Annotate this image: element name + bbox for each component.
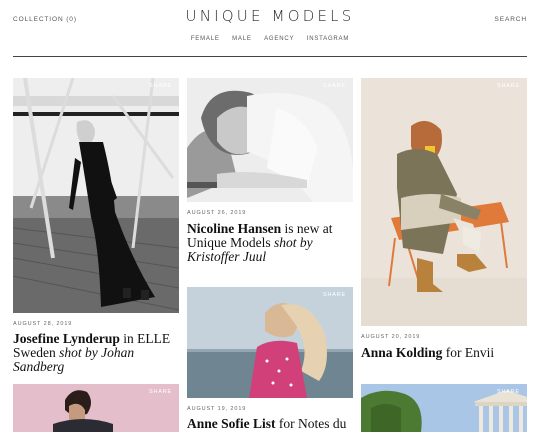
post-headline[interactable]: Josefine Lynderup in ELLE Sweden shot by… [13,332,179,374]
share-button[interactable]: SHARE [323,83,346,89]
post-date: AUGUST 26, 2019 [187,210,247,216]
share-button[interactable]: SHARE [497,389,520,395]
post-headline[interactable]: Anne Sofie List for Notes du [187,417,353,431]
share-button[interactable]: SHARE [323,292,346,298]
post-card-nicoline[interactable]: SHARE AUGUST 26, 2019 Nicoline Hansen is… [187,78,353,278]
post-date: AUGUST 20, 2019 [361,334,421,340]
nav-male[interactable]: MALE [232,36,252,42]
site-header: COLLECTION (0) UNIQUE MODELS SEARCH FEMA… [0,0,540,57]
post-image[interactable]: SHARE [361,384,527,432]
post-card-architecture[interactable]: SHARE [361,384,527,432]
post-card-anne-sofie[interactable]: SHARE AUGUST 19, 2019 Anne Sofie List fo… [187,287,353,432]
share-button[interactable]: SHARE [149,83,172,89]
post-image[interactable]: SHARE [13,384,179,432]
headline-text: for Notes du [275,416,347,431]
post-image[interactable]: SHARE [187,287,353,398]
model-name: Anne Sofie List [187,416,276,431]
model-name: Josefine Lynderup [13,331,120,346]
site-logo[interactable]: UNIQUE MODELS [0,7,540,25]
nav-instagram[interactable]: INSTAGRAM [307,36,349,42]
model-name: Anna Kolding [361,345,443,360]
post-card-male[interactable]: SHARE [13,384,179,432]
header-divider [13,56,527,57]
share-button[interactable]: SHARE [149,389,172,395]
post-headline[interactable]: Nicoline Hansen is new at Unique Models … [187,222,353,264]
search-link[interactable]: SEARCH [495,16,528,23]
main-nav: FEMALE MALE AGENCY INSTAGRAM [0,36,540,42]
post-image[interactable]: SHARE [13,78,179,313]
nav-female[interactable]: FEMALE [191,36,220,42]
share-button[interactable]: SHARE [497,83,520,89]
post-card-anna[interactable]: SHARE AUGUST 20, 2019 Anna Kolding for E… [361,78,527,368]
post-headline[interactable]: Anna Kolding for Envii [361,346,527,360]
model-name: Nicoline Hansen [187,221,282,236]
post-date: AUGUST 19, 2019 [187,406,247,412]
post-card-josefine[interactable]: SHARE AUGUST 28, 2019 Josefine Lynderup … [13,78,179,374]
post-image[interactable]: SHARE [361,78,527,326]
post-image[interactable]: SHARE [187,78,353,202]
post-date: AUGUST 28, 2019 [13,321,73,327]
headline-text: for Envii [442,345,495,360]
nav-agency[interactable]: AGENCY [264,36,294,42]
